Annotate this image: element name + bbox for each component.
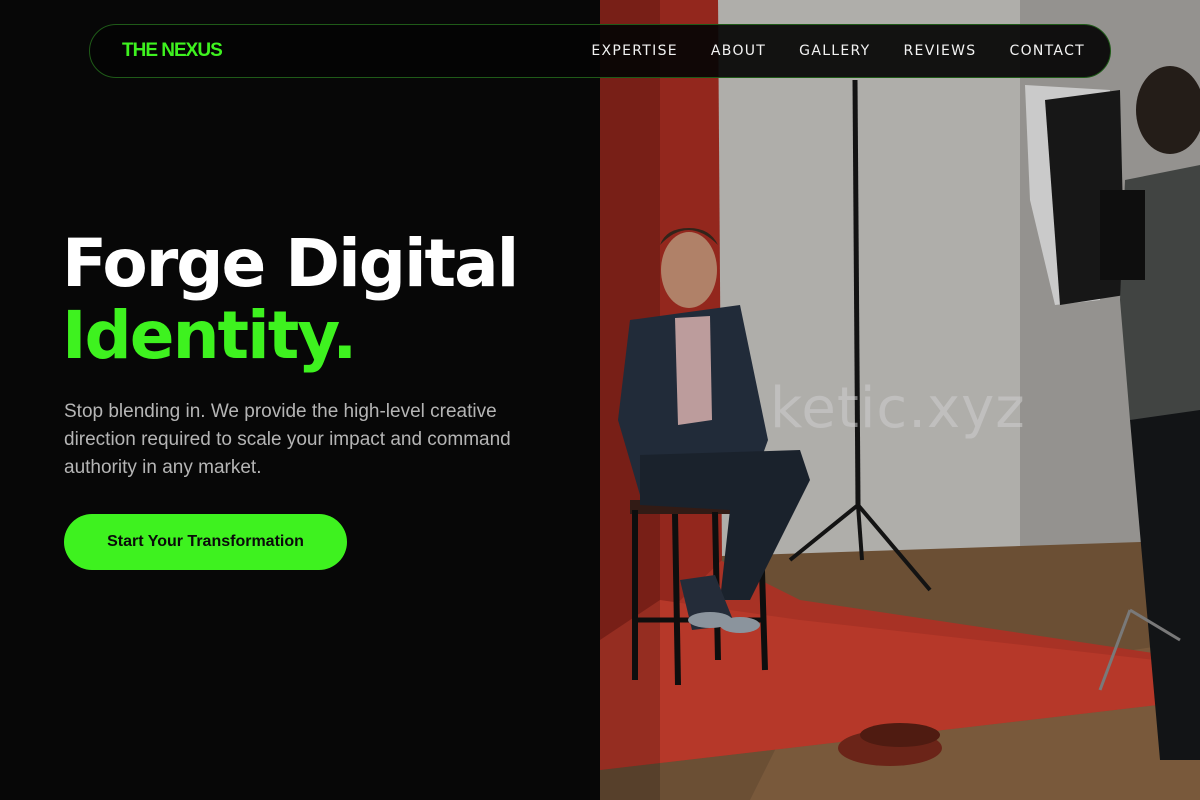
hero-title-line2: Identity. [62,297,357,374]
nav-item-contact[interactable]: CONTACT [1010,43,1086,59]
hero-subtitle: Stop blending in. We provide the high-le… [64,401,511,478]
hero-title: Forge Digital Identity. [62,228,592,372]
top-navbar: THE NEXUS EXPERTISE ABOUT GALLERY REVIEW… [89,24,1111,78]
hero-title-line1: Forge Digital [62,225,519,302]
nav-item-reviews[interactable]: REVIEWS [904,43,977,59]
landing-page: ketic.xyz THE NEXUS EXPERTISE ABOUT GALL… [0,0,1200,800]
nav-links: EXPERTISE ABOUT GALLERY REVIEWS CONTACT [558,43,1085,59]
nav-item-gallery[interactable]: GALLERY [799,43,870,59]
nav-item-about[interactable]: ABOUT [711,43,766,59]
start-transformation-button[interactable]: Start Your Transformation [64,514,347,570]
nav-item-expertise[interactable]: EXPERTISE [591,43,678,59]
watermark-text: ketic.xyz [770,376,1026,441]
brand-logo[interactable]: THE NEXUS [122,40,223,62]
